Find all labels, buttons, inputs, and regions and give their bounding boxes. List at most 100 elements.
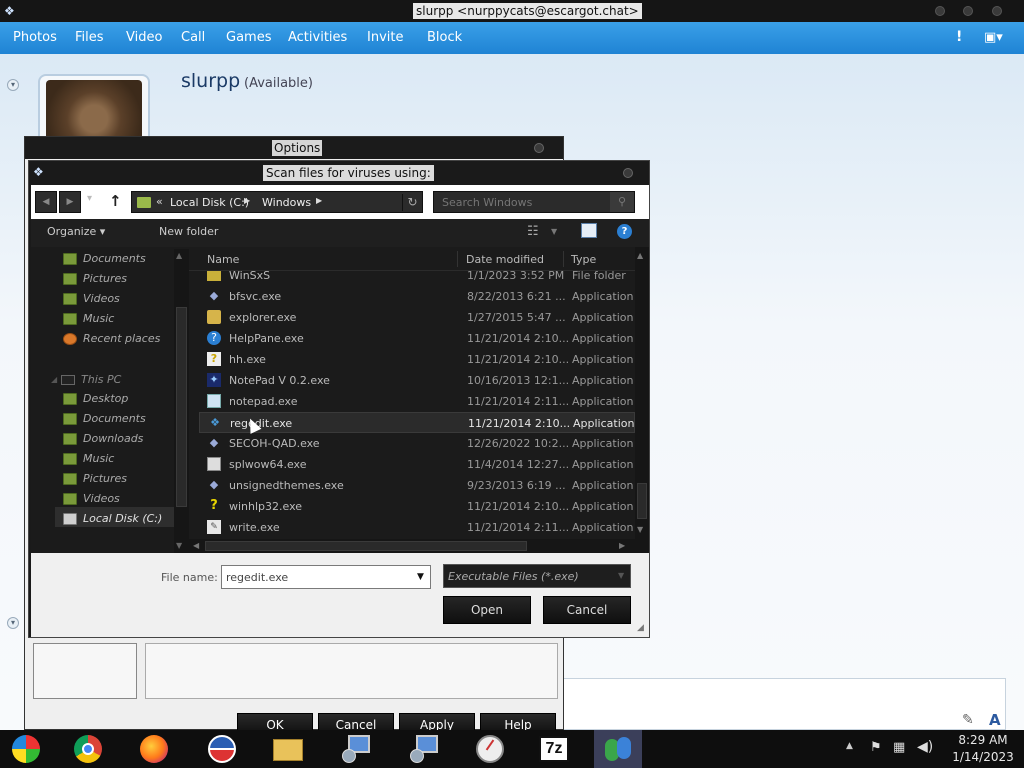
menu-games[interactable]: Games (226, 30, 271, 45)
network-setup-icon[interactable] (340, 733, 372, 765)
breadcrumb-windows[interactable]: Windows (262, 196, 311, 209)
chevron-right-icon[interactable]: ▶ (244, 196, 250, 205)
window-options-icon[interactable]: ▣▾ (984, 30, 1003, 45)
nav-item-pictures[interactable]: Pictures (31, 269, 173, 289)
preview-pane-icon[interactable] (581, 223, 597, 238)
filename-input[interactable] (221, 565, 431, 589)
file-row-notepad-v02[interactable]: ✦ NotePad V 0.2.exe 10/16/2013 12:1... A… (199, 370, 635, 391)
cancel-button[interactable]: Cancel (543, 596, 631, 624)
collapse-top-icon[interactable]: ▾ (7, 79, 19, 91)
messenger-app-icon[interactable]: ❖ (4, 3, 18, 19)
search-icon[interactable]: ⚲ (610, 192, 634, 212)
file-row-secoh-qad[interactable]: ◆ SECOH-QAD.exe 12/26/2022 10:2... Appli… (199, 433, 635, 454)
nav-item-documents[interactable]: Documents (31, 249, 173, 269)
nav-item-desktop[interactable]: Desktop (31, 389, 173, 409)
nav-item-music[interactable]: Music (31, 449, 173, 469)
file-row-unsignedthemes[interactable]: ◆ unsignedthemes.exe 9/23/2013 6:19 ... … (199, 475, 635, 496)
back-button[interactable]: ◀ (35, 191, 57, 213)
obama-logo-icon[interactable] (206, 733, 238, 765)
network-setup-icon[interactable] (408, 733, 440, 765)
vertical-scrollbar-thumb[interactable] (637, 483, 647, 519)
file-row-winhlp32[interactable]: ? winhlp32.exe 11/21/2014 2:10... Applic… (199, 496, 635, 517)
message-input[interactable] (560, 678, 1006, 730)
nav-scrollbar-thumb[interactable] (176, 307, 187, 507)
scroll-right-arrow-icon[interactable]: ▶ (619, 541, 625, 550)
file-row-explorer[interactable]: explorer.exe 1/27/2015 5:47 ... Applicat… (199, 307, 635, 328)
expand-arrow-icon[interactable]: ◢ (51, 375, 57, 384)
minimize-button[interactable] (935, 6, 945, 16)
column-header-type[interactable]: Type (571, 253, 596, 266)
file-explorer-icon[interactable] (272, 733, 304, 765)
address-bar[interactable]: « Local Disk (C:) ▶ Windows ▶ ↻ (131, 191, 423, 213)
menu-invite[interactable]: Invite (367, 30, 403, 45)
nav-item-documents[interactable]: Documents (31, 409, 173, 429)
menu-activities[interactable]: Activities (288, 30, 347, 45)
file-row-hh[interactable]: ? hh.exe 11/21/2014 2:10... Application (199, 349, 635, 370)
file-dialog-close-button[interactable] (623, 168, 633, 178)
breadcrumb-local-disk[interactable]: Local Disk (C:) (170, 196, 249, 209)
menu-video[interactable]: Video (126, 30, 162, 45)
options-category-list[interactable] (33, 643, 137, 699)
menu-photos[interactable]: Photos (13, 30, 57, 45)
pencil-icon[interactable]: ✎ (962, 712, 974, 728)
7zip-icon[interactable]: 7z (538, 733, 570, 765)
forward-button[interactable]: ▶ (59, 191, 81, 213)
menu-files[interactable]: Files (75, 30, 104, 45)
firefox-icon[interactable] (138, 733, 170, 765)
horizontal-scrollbar-thumb[interactable] (205, 541, 527, 551)
column-divider[interactable] (563, 251, 564, 267)
clock-time[interactable]: 8:29 AM (949, 733, 1017, 747)
clock-date[interactable]: 1/14/2023 (945, 750, 1021, 764)
nav-item-music[interactable]: Music (31, 309, 173, 329)
file-row-write[interactable]: ✎ write.exe 11/21/2014 2:11... Applicati… (199, 517, 635, 538)
chrome-icon[interactable] (72, 733, 104, 765)
clock-app-icon[interactable] (474, 733, 506, 765)
chevron-down-icon[interactable]: ▼ (417, 572, 424, 582)
nav-item-videos[interactable]: Videos (31, 289, 173, 309)
windows-start-icon[interactable] (10, 733, 42, 765)
file-row-helppane[interactable]: ? HelpPane.exe 11/21/2014 2:10... Applic… (199, 328, 635, 349)
open-button[interactable]: Open (443, 596, 531, 624)
options-close-button[interactable] (534, 143, 544, 153)
file-list-vertical-scrollbar[interactable]: ▲ ▼ (635, 247, 649, 539)
close-button[interactable] (992, 6, 1002, 16)
file-row-regedit[interactable]: ❖ regedit.exe 11/21/2014 2:10... Applica… (199, 412, 635, 433)
chevron-down-icon[interactable]: ▼ (551, 227, 557, 236)
organize-button[interactable]: Organize ▾ (47, 225, 105, 238)
search-input[interactable] (434, 192, 608, 212)
nav-item-pictures[interactable]: Pictures (31, 469, 173, 489)
scroll-down-arrow-icon[interactable]: ▼ (176, 541, 182, 550)
nav-item-videos[interactable]: Videos (31, 489, 173, 509)
file-row-winsxs[interactable]: WinSxS 1/1/2023 3:52 PM File folder (199, 271, 635, 286)
messenger-icon[interactable] (602, 733, 634, 765)
scroll-up-arrow-icon[interactable]: ▲ (176, 251, 182, 260)
column-divider[interactable] (457, 251, 458, 267)
address-overflow-icon[interactable]: « (156, 195, 163, 208)
maximize-button[interactable] (963, 6, 973, 16)
menu-block[interactable]: Block (427, 30, 462, 45)
menu-call[interactable]: Call (181, 30, 205, 45)
scroll-left-arrow-icon[interactable]: ◀ (193, 541, 199, 550)
new-folder-button[interactable]: New folder (159, 225, 218, 238)
font-icon[interactable]: A (989, 711, 1001, 729)
help-icon[interactable]: ? (617, 224, 632, 239)
change-view-icon[interactable]: ☷ (527, 224, 539, 239)
volume-icon[interactable]: ◀) (917, 739, 933, 755)
network-icon[interactable]: ▦ (893, 740, 905, 755)
nav-item-downloads[interactable]: Downloads (31, 429, 173, 449)
file-row-notepad[interactable]: notepad.exe 11/21/2014 2:11... Applicati… (199, 391, 635, 412)
nav-item-this-pc[interactable]: This PC (61, 370, 185, 390)
file-list-horizontal-scrollbar[interactable]: ◀ ▶ (189, 539, 649, 553)
filetype-select[interactable]: Executable Files (*.exe) ▼ (443, 564, 631, 588)
scroll-down-arrow-icon[interactable]: ▼ (637, 525, 643, 534)
tray-expand-icon[interactable]: ▲ (846, 741, 853, 751)
column-header-name[interactable]: Name (207, 253, 239, 266)
action-center-flag-icon[interactable]: ⚑ (870, 740, 882, 755)
file-row-splwow64[interactable]: splwow64.exe 11/4/2014 12:27... Applicat… (199, 454, 635, 475)
refresh-icon[interactable]: ↻ (402, 194, 422, 211)
recent-locations-icon[interactable]: ▾ (87, 193, 92, 204)
chevron-right-icon[interactable]: ▶ (316, 196, 322, 205)
up-folder-icon[interactable]: ↑ (109, 192, 122, 210)
scroll-up-arrow-icon[interactable]: ▲ (637, 251, 643, 260)
nav-item-recent-places[interactable]: Recent places (31, 329, 173, 349)
